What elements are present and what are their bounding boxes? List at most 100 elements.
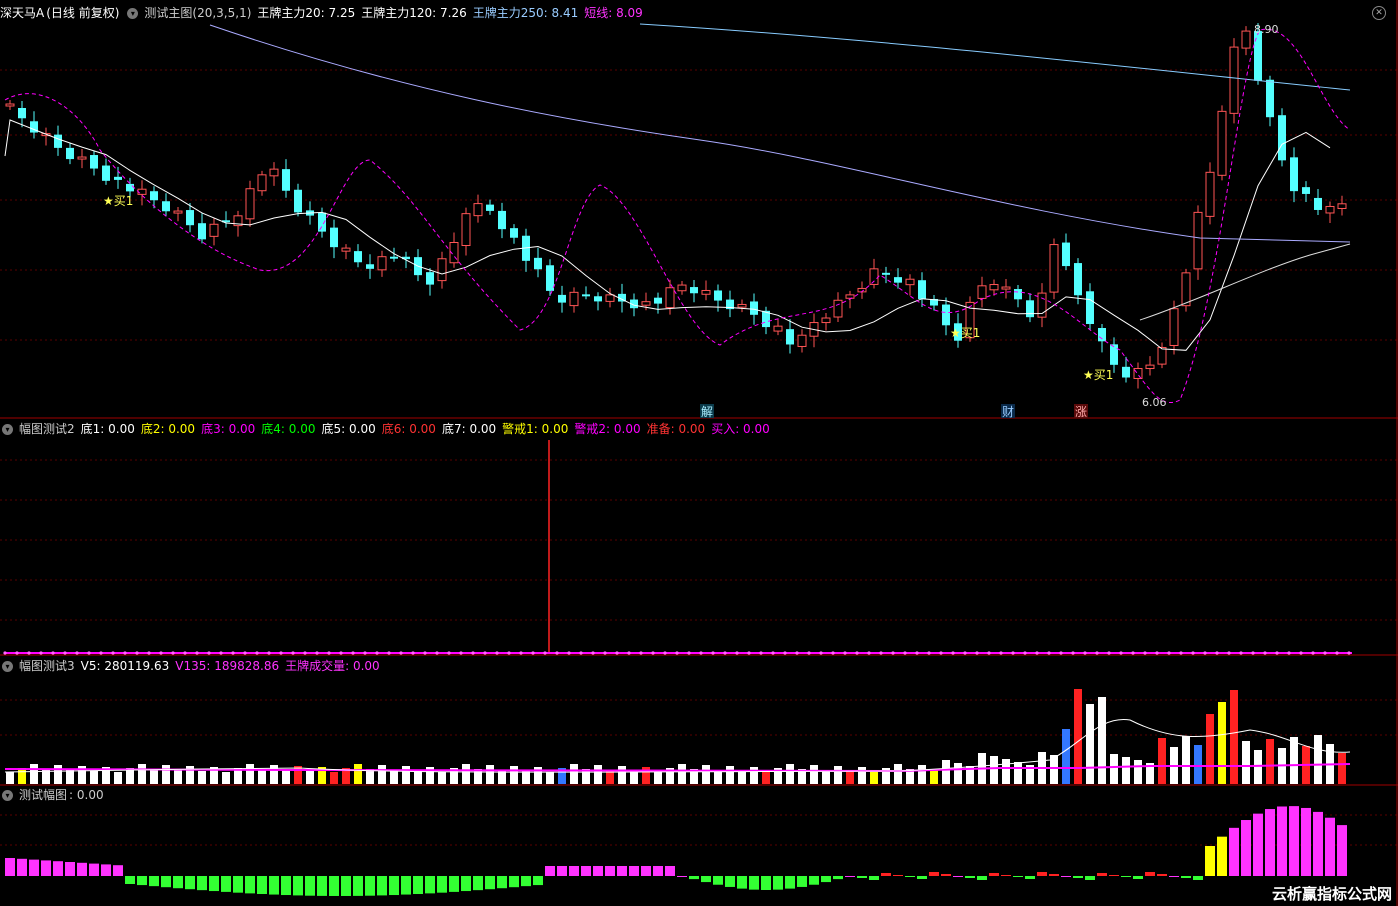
- candle-body: [390, 256, 398, 259]
- baseline-dot: [75, 651, 79, 655]
- volume-bar: [438, 772, 446, 784]
- candle-body: [582, 294, 590, 297]
- oscillator-bar: [509, 876, 519, 888]
- baseline-dot: [1083, 651, 1087, 655]
- oscillator-bar: [581, 866, 591, 876]
- candle-body: [786, 329, 794, 345]
- candlestick-chart: ★买1 ★买1 ★买1 8.90 6.06 解 财 涨: [4, 23, 1351, 419]
- volume-bar: [198, 771, 206, 784]
- panel4-header: ▾ 测试幅图: 0.00: [0, 786, 110, 804]
- candle-body: [641, 301, 651, 306]
- baseline-dot: [1287, 651, 1291, 655]
- oscillator-bar: [881, 873, 891, 876]
- candle-body: [918, 280, 926, 299]
- candle-body: [77, 156, 87, 160]
- candle-body: [833, 299, 843, 318]
- baseline-dot: [1155, 651, 1159, 655]
- dropdown-icon[interactable]: ▾: [2, 661, 13, 672]
- oscillator-bar: [737, 876, 747, 889]
- volume-bar: [738, 771, 746, 784]
- oscillator-bar: [1013, 876, 1023, 877]
- baseline-dot: [1107, 651, 1111, 655]
- volume-bar: [1074, 689, 1082, 784]
- candle-body: [1337, 203, 1347, 209]
- oscillator-bar: [377, 876, 387, 896]
- baseline-dot: [1251, 651, 1255, 655]
- candle-body: [162, 201, 170, 212]
- oscillator-bar: [773, 876, 783, 890]
- volume-bar: [990, 756, 998, 784]
- volume-bar: [90, 771, 98, 784]
- baseline-dot: [723, 651, 727, 655]
- chart-canvas[interactable]: ★买1 ★买1 ★买1 8.90 6.06 解 财 涨: [0, 0, 1398, 906]
- panel2-item: 警戒1: 0.00: [502, 422, 569, 436]
- volume-bar: [354, 764, 362, 784]
- volume-bar: [618, 766, 626, 784]
- panel4-name[interactable]: 测试幅图: [19, 788, 67, 802]
- baseline-dot: [603, 651, 607, 655]
- candle-body: [1181, 272, 1191, 307]
- panel2-header: ▾ 幅图测试2 底1: 0.00 底2: 0.00 底3: 0.00 底4: 0.00 底5…: [0, 420, 782, 438]
- volume-bar: [306, 771, 314, 784]
- oscillator-bar: [197, 876, 207, 891]
- ma20-label: 王牌主力20: 7.25: [257, 6, 356, 20]
- baseline-dot: [1227, 651, 1231, 655]
- oscillator-bar: [725, 876, 735, 887]
- baseline-dot: [1143, 651, 1147, 655]
- oscillator-bar: [233, 876, 243, 893]
- close-icon[interactable]: ✕: [1372, 6, 1386, 20]
- volume-bar: [762, 772, 770, 784]
- baseline-dot: [399, 651, 403, 655]
- candle-body: [1241, 30, 1251, 49]
- baseline-dot: [411, 651, 415, 655]
- volume-bar: [390, 770, 398, 784]
- volume-bar: [750, 767, 758, 784]
- volume-bar: [150, 769, 158, 784]
- volume-bar: [570, 764, 578, 784]
- volume-bar: [402, 766, 410, 784]
- panel2-item: 底2: 0.00: [140, 422, 196, 436]
- baseline-dot: [135, 651, 139, 655]
- candle-body: [137, 188, 147, 195]
- baseline-dot: [1299, 651, 1303, 655]
- volume-bar: [858, 767, 866, 784]
- oscillator-bar: [5, 858, 15, 876]
- candle-body: [594, 296, 602, 302]
- indicator-name[interactable]: 测试主图(20,3,5,1): [144, 6, 251, 20]
- candle-body: [905, 278, 915, 286]
- baseline-dot: [615, 651, 619, 655]
- dropdown-icon[interactable]: ▾: [127, 8, 139, 19]
- oscillator-bar: [593, 866, 603, 876]
- candle-body: [1049, 244, 1059, 293]
- oscillator-bar: [989, 873, 999, 876]
- oscillator-bar: [809, 876, 819, 885]
- oscillator-bar: [953, 876, 963, 877]
- baseline-dot: [759, 651, 763, 655]
- dropdown-icon[interactable]: ▾: [2, 790, 13, 801]
- baseline-dot: [267, 651, 271, 655]
- oscillator-bar: [1169, 876, 1179, 877]
- oscillator-bar: [1073, 876, 1083, 878]
- volume-bar: [1158, 738, 1166, 784]
- panel3-name[interactable]: 幅图测试3: [19, 659, 75, 673]
- baseline-dot: [687, 651, 691, 655]
- oscillator-bar: [689, 876, 699, 880]
- dropdown-icon[interactable]: ▾: [2, 424, 13, 435]
- volume-bar: [1122, 757, 1130, 784]
- baseline-dot: [3, 651, 7, 655]
- baseline-dot: [1035, 651, 1039, 655]
- oscillator-bar: [569, 866, 579, 876]
- candle-body: [66, 147, 74, 160]
- baseline-dot: [867, 651, 871, 655]
- candle-body: [1014, 289, 1022, 300]
- stock-name: 深天马A: [0, 6, 45, 20]
- baseline-dot: [1167, 651, 1171, 655]
- oscillator-bar: [221, 876, 231, 892]
- volume-bar: [894, 764, 902, 784]
- panel2-item: 警戒2: 0.00: [574, 422, 641, 436]
- candle-body: [797, 334, 807, 347]
- candle-body: [1062, 242, 1070, 267]
- panel2-name[interactable]: 幅图测试2: [19, 422, 75, 436]
- baseline-dot: [123, 651, 127, 655]
- candle-body: [354, 251, 362, 263]
